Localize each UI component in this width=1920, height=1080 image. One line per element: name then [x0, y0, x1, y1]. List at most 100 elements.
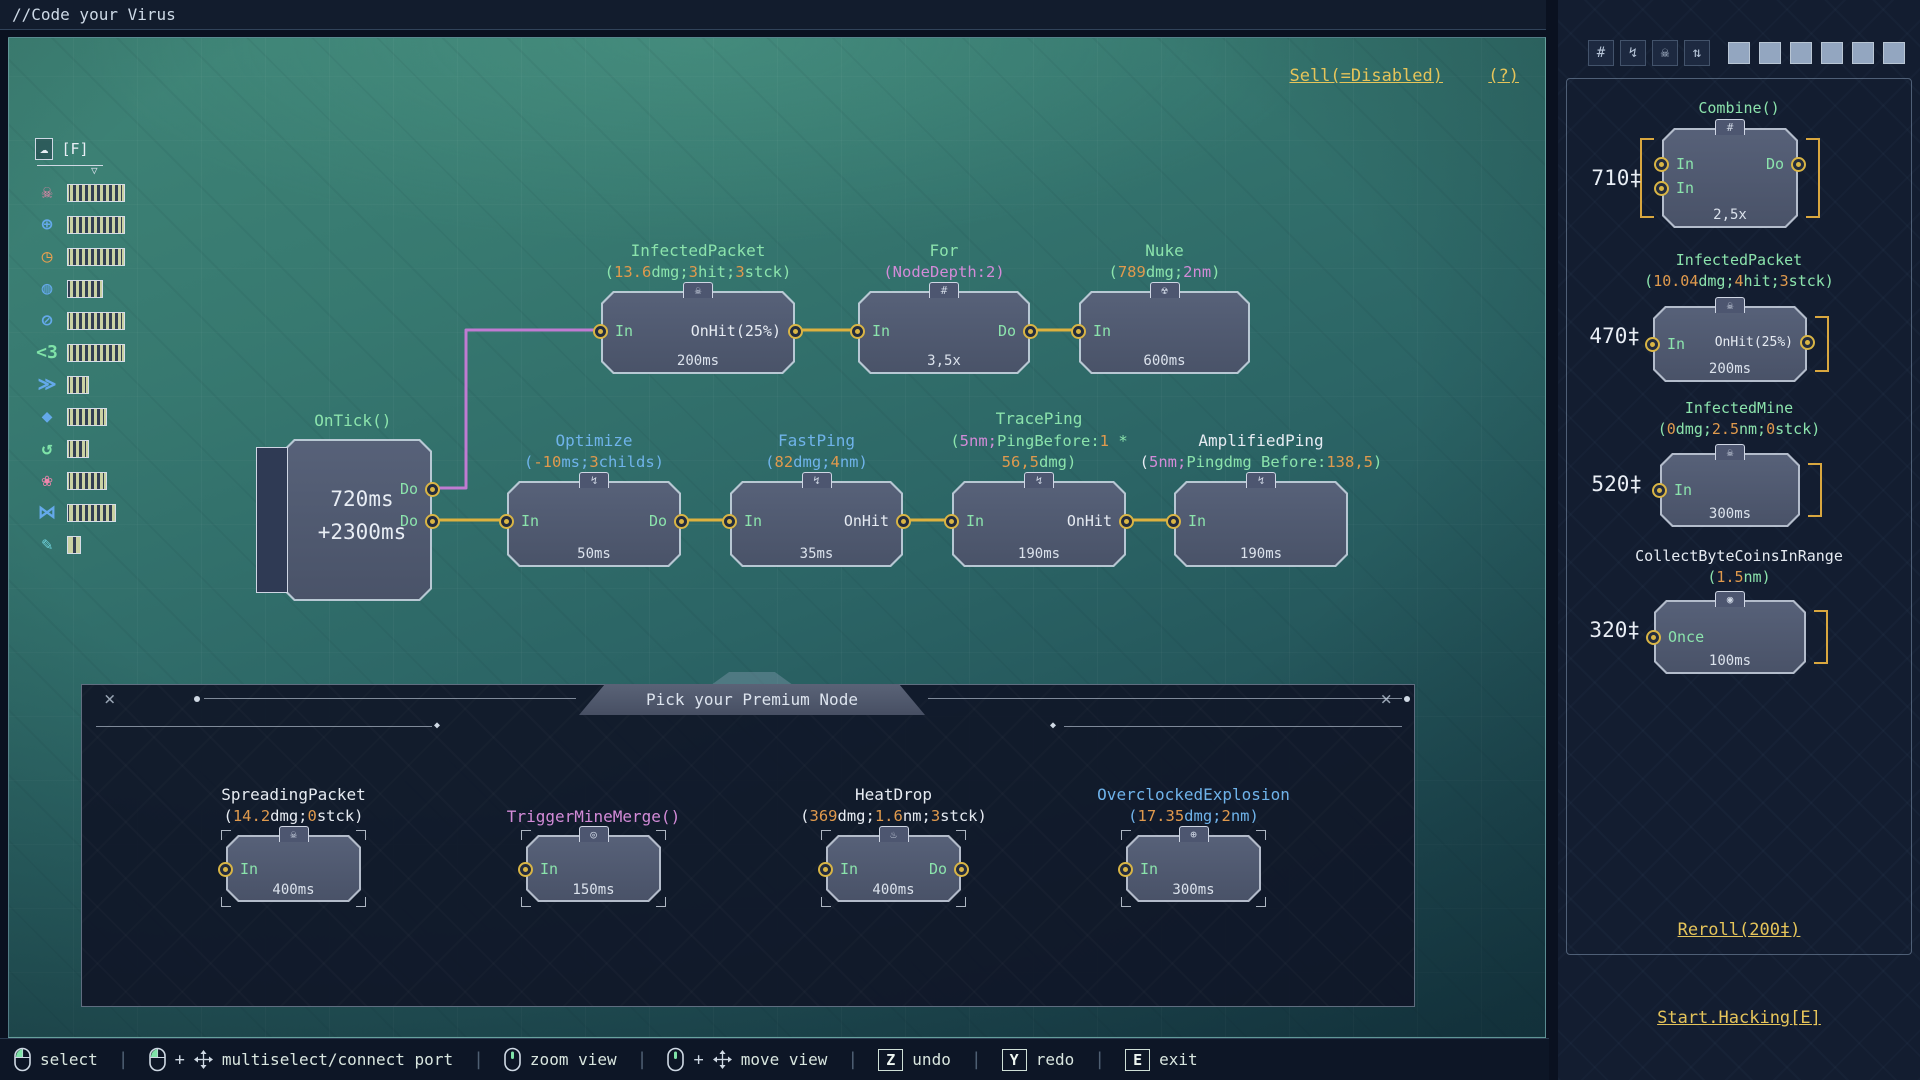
- port-ring: [593, 324, 608, 339]
- chip-slot-icon[interactable]: #: [1588, 40, 1614, 66]
- node-nuke[interactable]: ☢ Nuke (789dmg;2nm) In 600ms: [1079, 291, 1250, 374]
- deco-line-left: [96, 726, 432, 727]
- window-title: //Code your Virus: [12, 5, 176, 24]
- port-label: OnHit(25%): [1715, 335, 1793, 350]
- port-do[interactable]: Do: [998, 322, 1038, 340]
- port-do[interactable]: Do: [929, 860, 969, 878]
- node-traceping[interactable]: ↯ TracePing (5nm;PingBefore:1 * 56,5dmg)…: [952, 481, 1126, 567]
- port-in[interactable]: In: [218, 860, 258, 878]
- shop-item-price: 470‡: [1568, 324, 1640, 348]
- port-onhit[interactable]: OnHit: [844, 512, 911, 530]
- help-link[interactable]: (?): [1488, 66, 1519, 86]
- node-subtitle: (14.2dmg;0stck): [221, 806, 366, 828]
- port-ring: [1023, 324, 1038, 339]
- port-in[interactable]: In: [944, 512, 984, 530]
- premium-node-triggerminemerge[interactable]: ◎ TriggerMineMerge() In 150ms: [526, 835, 661, 902]
- empty-slot[interactable]: [1883, 42, 1905, 64]
- lightning-slot-icon[interactable]: ↯: [1620, 40, 1646, 66]
- port-label: Once: [1668, 628, 1704, 646]
- skull-slot-icon[interactable]: ☠: [1652, 40, 1678, 66]
- port-do[interactable]: Do: [649, 512, 689, 530]
- port-in[interactable]: In: [1645, 335, 1685, 353]
- sell-link[interactable]: Sell(=Disabled): [1289, 66, 1443, 86]
- port-in[interactable]: In: [1118, 860, 1158, 878]
- node-ontick[interactable]: OnTick() 720ms +2300ms Do Do: [256, 439, 432, 601]
- node-subtitle: (NodeDepth:2): [883, 262, 1004, 284]
- node-optimize[interactable]: ↯ Optimize (-10ms;3childs) In Do 50ms: [507, 481, 681, 567]
- port-do-2[interactable]: Do: [400, 512, 440, 530]
- port-label: In: [1674, 481, 1692, 499]
- reroll-link[interactable]: Reroll(200‡): [1678, 920, 1801, 940]
- port-onhit[interactable]: OnHit: [1067, 512, 1134, 530]
- plus-sign: +: [693, 1050, 703, 1070]
- shop-item-title: InfectedPacket (10.04dmg;4hit;3stck): [1558, 250, 1920, 292]
- port-label: Do: [929, 860, 947, 878]
- flame-icon: ♨: [879, 826, 909, 842]
- node-subtitle: (369dmg;1.6nm;3stck): [800, 806, 987, 828]
- empty-slot[interactable]: [1790, 42, 1812, 64]
- node-side-slab: [256, 447, 288, 593]
- port-once[interactable]: Once: [1646, 628, 1704, 646]
- hint-zoom: zoom view: [504, 1047, 617, 1072]
- start-hacking-link[interactable]: Start.Hacking[E]: [1657, 1008, 1821, 1028]
- port-label: OnHit: [844, 512, 889, 530]
- port-in[interactable]: In: [499, 512, 539, 530]
- move-arrows-icon: [194, 1050, 213, 1069]
- port-in[interactable]: In: [593, 322, 633, 340]
- node-cooldown: 300ms: [1660, 506, 1800, 522]
- port-ring: [1119, 514, 1134, 529]
- shop-node-collectbytecoins[interactable]: ◉ Once 100ms: [1654, 600, 1806, 674]
- premium-node-spreadingpacket[interactable]: ☠ SpreadingPacket (14.2dmg;0stck) In 400…: [226, 835, 361, 902]
- shop-node-infectedmine[interactable]: ☠ In 300ms: [1660, 453, 1800, 527]
- port-label: In: [521, 512, 539, 530]
- node-for[interactable]: # For (NodeDepth:2) In Do 3,5x: [858, 291, 1030, 374]
- port-in[interactable]: In: [1652, 481, 1692, 499]
- port-ring: [425, 482, 440, 497]
- port-in[interactable]: In: [722, 512, 762, 530]
- legend-meter: [67, 280, 103, 298]
- port-do-1[interactable]: Do: [400, 480, 440, 498]
- lightning-icon: ↯: [1024, 472, 1054, 488]
- port-in-1[interactable]: In: [1654, 155, 1694, 173]
- crosshair-icon: ⊕: [35, 214, 59, 236]
- port-ring: [954, 862, 969, 877]
- legend-meter: [67, 312, 125, 330]
- port-onhit[interactable]: OnHit(25%): [1715, 335, 1815, 350]
- dropdown-triangle-icon[interactable]: ▽: [91, 166, 125, 176]
- legend-meter: [67, 344, 125, 362]
- node-infectedpacket[interactable]: ☠ InfectedPacket (13.6dmg;3hit;3stck) In…: [601, 291, 795, 374]
- node-subtitle: (17.35dmg;2nm): [1097, 806, 1290, 828]
- empty-slot[interactable]: [1728, 42, 1750, 64]
- port-label: In: [744, 512, 762, 530]
- port-in[interactable]: In: [818, 860, 858, 878]
- empty-slot[interactable]: [1852, 42, 1874, 64]
- legend-meter: [67, 376, 89, 394]
- separator: |: [1094, 1049, 1105, 1070]
- port-in[interactable]: In: [850, 322, 890, 340]
- legend-row-barbell: ⋈: [35, 500, 125, 526]
- bracket-decoration: [1806, 138, 1820, 218]
- port-label: In: [615, 322, 633, 340]
- node-canvas[interactable]: Sell(=Disabled) (?) ☁ [F] ▽ ☠⊕◷◍⊘<3≫◆↺❀⋈…: [8, 37, 1546, 1038]
- port-in[interactable]: In: [1071, 322, 1111, 340]
- port-in[interactable]: In: [518, 860, 558, 878]
- port-in[interactable]: In: [1166, 512, 1206, 530]
- shop-node-infectedpacket[interactable]: ☠ In OnHit(25%) 200ms: [1653, 306, 1807, 382]
- premium-node-overclockedexplosion[interactable]: ⊕ OverclockedExplosion (17.35dmg;2nm) In…: [1126, 835, 1261, 902]
- node-multiplier: 2,5x: [1662, 207, 1798, 223]
- empty-slot[interactable]: [1821, 42, 1843, 64]
- port-in-2[interactable]: In: [1654, 179, 1694, 197]
- corner-x-decoration: ×: [1381, 688, 1392, 710]
- line-end-dot: [1404, 696, 1410, 702]
- node-title: For: [883, 240, 1004, 262]
- shop-node-combine[interactable]: # In In Do 2,5x: [1662, 128, 1798, 228]
- node-fastping[interactable]: ↯ FastPing (82dmg;4nm) In OnHit 35ms: [730, 481, 903, 567]
- node-amplifiedping[interactable]: ↯ AmplifiedPing (5nm;Pingdmg Before:138,…: [1174, 481, 1348, 567]
- empty-slot[interactable]: [1759, 42, 1781, 64]
- hint-select: select: [14, 1047, 98, 1072]
- port-do[interactable]: Do: [1766, 155, 1806, 173]
- swap-slot-icon[interactable]: ⇅: [1684, 40, 1710, 66]
- port-onhit[interactable]: OnHit(25%): [691, 322, 803, 340]
- legend-row-clock: ◷: [35, 244, 125, 270]
- premium-node-heatdrop[interactable]: ♨ HeatDrop (369dmg;1.6nm;3stck) In Do 40…: [826, 835, 961, 902]
